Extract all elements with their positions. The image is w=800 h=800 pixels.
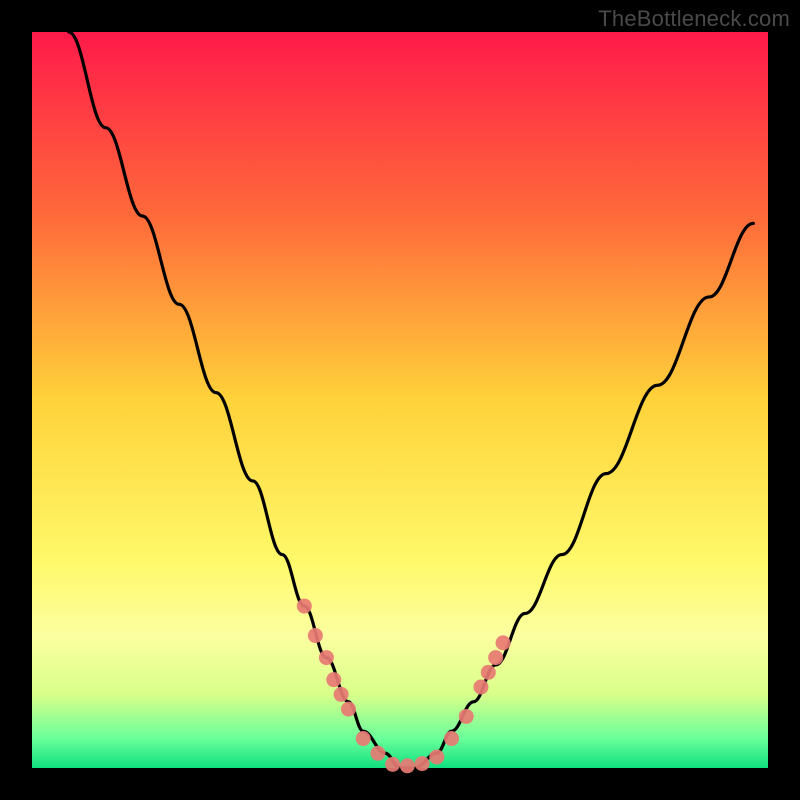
highlight-dot bbox=[459, 709, 474, 724]
highlight-dot bbox=[496, 635, 511, 650]
highlight-dot bbox=[400, 758, 415, 773]
plot-background bbox=[32, 32, 768, 768]
highlight-dot bbox=[297, 599, 312, 614]
highlight-dot bbox=[488, 650, 503, 665]
highlight-dot bbox=[481, 665, 496, 680]
highlight-dot bbox=[319, 650, 334, 665]
watermark-text: TheBottleneck.com bbox=[598, 6, 790, 32]
chart-frame bbox=[0, 0, 800, 800]
highlight-dot bbox=[415, 756, 430, 771]
highlight-dot bbox=[341, 702, 356, 717]
highlight-dot bbox=[429, 749, 444, 764]
highlight-dot bbox=[473, 680, 488, 695]
highlight-dot bbox=[356, 731, 371, 746]
highlight-dot bbox=[308, 628, 323, 643]
highlight-dot bbox=[334, 687, 349, 702]
highlight-dot bbox=[370, 746, 385, 761]
highlight-dot bbox=[385, 757, 400, 772]
highlight-dot bbox=[444, 731, 459, 746]
bottleneck-chart bbox=[0, 0, 800, 800]
highlight-dot bbox=[326, 672, 341, 687]
